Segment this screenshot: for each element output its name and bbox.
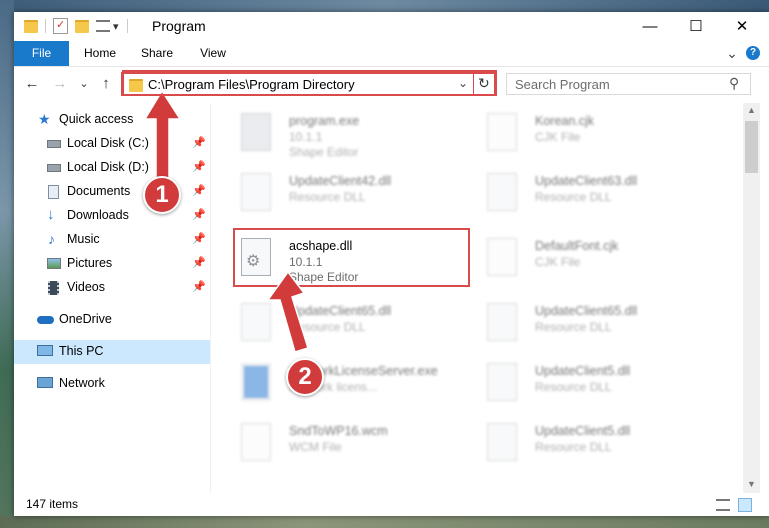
pin-icon: 📌 [192, 209, 206, 221]
vertical-scrollbar[interactable]: ▲ ▼ [743, 103, 760, 493]
nav-item-downloads[interactable]: ↓ Downloads 📌 [14, 204, 210, 228]
ribbon: File Home Share View ⌄ ? [14, 41, 769, 67]
address-highlight-box [122, 70, 497, 96]
file-item[interactable]: SndToWP16.wcm WCM File [231, 417, 467, 475]
tab-view[interactable]: View [189, 41, 237, 66]
file-item[interactable]: UpdateClient65.dll Resource DLL [231, 297, 467, 355]
documents-icon [48, 185, 59, 199]
desktop-wallpaper-bottom [0, 516, 769, 528]
dll-icon [487, 173, 517, 211]
tab-share[interactable]: Share [132, 41, 182, 66]
highlight-box [233, 228, 470, 287]
file-item[interactable]: DefaultFont.cjk CJK File [477, 232, 713, 290]
step-2-badge: 2 [286, 358, 324, 396]
forward-button[interactable]: → [50, 73, 70, 95]
exe-icon [241, 113, 271, 151]
network-icon [37, 377, 53, 388]
file-list: program.exe 10.1.1 Shape Editor UpdateCl… [211, 103, 740, 493]
desktop-wallpaper-top [0, 0, 769, 12]
pin-icon: 📌 [192, 137, 206, 149]
pin-icon: 📌 [192, 281, 206, 293]
properties-icon[interactable]: ✓ [53, 18, 68, 34]
nav-item-local-disk-d[interactable]: Local Disk (D:) 📌 [14, 156, 210, 180]
status-bar: 147 items [14, 494, 769, 516]
title-bar: ✓ ▾ Program — ☐ ✕ [14, 12, 769, 41]
pin-icon: 📌 [192, 257, 206, 269]
quick-access-toolbar: ✓ ▾ [24, 17, 128, 35]
pin-icon: 📌 [192, 233, 206, 245]
new-folder-icon[interactable] [75, 19, 89, 33]
tab-home[interactable]: Home [75, 41, 125, 66]
drive-icon [47, 140, 61, 148]
download-icon: ↓ [47, 206, 55, 223]
pin-icon: 📌 [192, 185, 206, 197]
details-view-icon[interactable] [716, 499, 730, 511]
videos-icon [48, 281, 59, 295]
window-title: Program [152, 18, 206, 34]
close-button[interactable]: ✕ [719, 12, 765, 41]
dll-icon [487, 303, 517, 341]
nav-item-onedrive[interactable]: OneDrive [14, 308, 210, 332]
folder-icon [24, 19, 38, 33]
ribbon-expand-icon[interactable]: ⌄ [724, 41, 740, 66]
music-icon: ♪ [48, 231, 55, 247]
file-icon [487, 238, 517, 276]
file-icon [487, 113, 517, 151]
nav-item-music[interactable]: ♪ Music 📌 [14, 228, 210, 252]
file-item[interactable]: UpdateClient63.dll Resource DLL [477, 167, 713, 225]
quick-access-dropdown-icon[interactable]: ▾ [113, 20, 119, 33]
star-icon: ★ [38, 111, 51, 127]
dll-icon [241, 303, 271, 341]
drive-icon [47, 164, 61, 172]
help-icon[interactable]: ? [746, 46, 760, 60]
search-box[interactable]: Search Program ⚲ [506, 73, 751, 95]
maximize-button[interactable]: ☐ [673, 12, 719, 41]
dll-icon [487, 423, 517, 461]
scroll-thumb[interactable] [745, 121, 758, 173]
nav-item-pictures[interactable]: Pictures 📌 [14, 252, 210, 276]
file-item[interactable]: UpdateClient5.dll Resource DLL [477, 417, 713, 475]
dll-icon [487, 363, 517, 401]
file-item[interactable]: program.exe 10.1.1 Shape Editor [231, 107, 467, 165]
file-item[interactable]: UpdateClient42.dll Resource DLL [231, 167, 467, 225]
search-icon: ⚲ [729, 75, 740, 91]
minimize-button[interactable]: — [627, 12, 673, 41]
nav-item-network[interactable]: Network [14, 372, 210, 396]
up-button[interactable]: ↑ [96, 73, 116, 95]
scroll-down-icon[interactable]: ▼ [747, 479, 756, 489]
item-count: 147 items [26, 497, 79, 511]
exe-icon [241, 363, 271, 401]
file-item[interactable]: UpdateClient65.dll Resource DLL [477, 297, 713, 355]
tab-file[interactable]: File [14, 41, 69, 66]
file-item[interactable]: NetworkLicenseServer.exe Network licens.… [231, 357, 467, 415]
pictures-icon [47, 258, 61, 269]
file-icon [241, 423, 271, 461]
file-item[interactable]: Korean.cjk CJK File [477, 107, 713, 165]
cloud-icon [37, 316, 54, 324]
back-button[interactable]: ← [22, 73, 42, 95]
dll-icon [241, 173, 271, 211]
search-input[interactable]: Search Program [515, 77, 610, 92]
nav-item-local-disk-c[interactable]: Local Disk (C:) 📌 [14, 132, 210, 156]
step-1-badge: 1 [143, 176, 181, 214]
tiles-view-icon[interactable] [738, 498, 752, 512]
recent-locations-button[interactable]: ⌄ [74, 73, 94, 95]
nav-item-this-pc[interactable]: This PC [14, 340, 210, 364]
computer-icon [37, 345, 53, 356]
nav-item-videos[interactable]: Videos 📌 [14, 276, 210, 300]
scroll-up-icon[interactable]: ▲ [747, 105, 756, 115]
navigation-pane: ★ Quick access Local Disk (C:) 📌 Local D… [14, 103, 210, 493]
pin-icon: 📌 [192, 161, 206, 173]
nav-item-quick-access[interactable]: ★ Quick access [14, 108, 210, 132]
view-options-icon[interactable] [96, 20, 110, 32]
file-item[interactable]: UpdateClient5.dll Resource DLL [477, 357, 713, 415]
desktop-wallpaper-left [0, 0, 14, 528]
